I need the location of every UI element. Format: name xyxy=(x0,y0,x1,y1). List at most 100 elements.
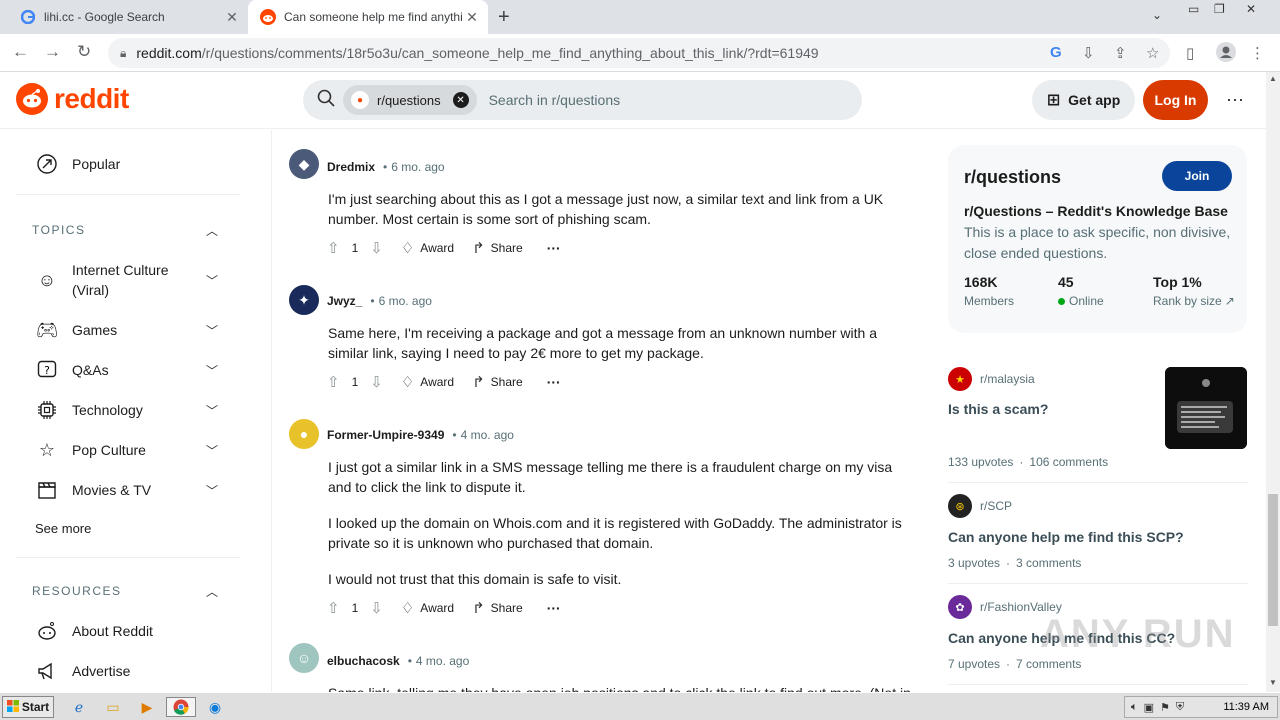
shield-icon[interactable]: ⛨ xyxy=(1176,701,1184,714)
chevron-down-icon[interactable]: ﹀ xyxy=(206,272,218,289)
award-button[interactable]: ♢ Award xyxy=(401,373,454,391)
url-input[interactable]: 🔒︎ reddit.com/r/questions/comments/18r5o… xyxy=(108,38,1170,68)
post-thumbnail[interactable] xyxy=(1165,367,1247,449)
subreddit-name[interactable]: r/questions xyxy=(964,167,1061,188)
clock[interactable]: 11:39 AM xyxy=(1223,701,1269,713)
chevron-up-icon[interactable]: ︿ xyxy=(206,222,218,239)
chevron-down-icon[interactable]: ⌄ xyxy=(1152,8,1162,22)
close-icon[interactable]: ✕ xyxy=(222,9,242,26)
share-button[interactable]: ↱ Share xyxy=(472,239,523,257)
upvote-icon[interactable]: ⇧ xyxy=(327,239,340,257)
search-input[interactable]: Search in r/questions xyxy=(489,92,621,108)
chevron-down-icon[interactable]: ﹀ xyxy=(206,482,218,499)
comment-time[interactable]: 6 mo. ago xyxy=(379,294,432,308)
related-post-sub[interactable]: ★ r/malaysia xyxy=(948,367,1035,391)
see-more-link[interactable]: See more xyxy=(35,521,91,536)
comment-author[interactable]: Former-Umpire-9349 xyxy=(327,428,444,442)
clear-chip-icon[interactable]: ✕ xyxy=(452,92,469,108)
award-button[interactable]: ♢ Award xyxy=(401,599,454,617)
upvote-icon[interactable]: ⇧ xyxy=(327,599,340,617)
search-scope-chip[interactable]: ● r/questions ✕ xyxy=(343,85,477,115)
downvote-icon[interactable]: ⇩ xyxy=(370,373,383,391)
related-post-title[interactable]: Is this a scam? xyxy=(948,401,1158,417)
media-player-icon[interactable]: ▶ xyxy=(136,697,158,717)
upvote-icon[interactable]: ⇧ xyxy=(327,373,340,391)
start-button[interactable]: Start xyxy=(2,696,54,718)
tab-reddit-post[interactable]: Can someone help me find anything ✕ xyxy=(248,0,488,34)
sidebar-item-internet-culture[interactable]: ☺ Internet Culture (Viral) ﹀ xyxy=(36,260,218,300)
profile-icon[interactable] xyxy=(1216,42,1236,66)
forward-arrow-icon[interactable]: → xyxy=(44,42,61,62)
scroll-up-icon[interactable]: ▲ xyxy=(1269,74,1277,83)
scrollbar-thumb[interactable] xyxy=(1268,494,1278,626)
award-button[interactable]: ♢ Award xyxy=(401,239,454,257)
scroll-down-icon[interactable]: ▼ xyxy=(1269,678,1277,687)
related-post[interactable]: ★ r/malaysia Is this a scam? 133 upvotes… xyxy=(948,367,1248,477)
comment-author[interactable]: elbuchacosk xyxy=(327,654,400,668)
chevron-down-icon[interactable]: ﹀ xyxy=(206,362,218,379)
log-in-button[interactable]: Log In xyxy=(1143,80,1208,120)
reload-icon[interactable]: ↻ xyxy=(77,42,91,62)
restore-icon[interactable]: ❐ xyxy=(1214,2,1225,16)
chevron-down-icon[interactable]: ﹀ xyxy=(206,402,218,419)
comment-time[interactable]: 6 mo. ago xyxy=(391,160,444,174)
comment-time[interactable]: 4 mo. ago xyxy=(461,428,514,442)
chevron-up-icon[interactable]: ︿ xyxy=(206,583,218,600)
resources-heading[interactable]: RESOURCES xyxy=(32,584,122,598)
folder-icon[interactable]: ▭ xyxy=(102,697,124,717)
comment-author[interactable]: Dredmix xyxy=(327,160,375,174)
more-options-icon[interactable]: ··· xyxy=(547,374,561,390)
install-icon[interactable]: ⇩ xyxy=(1082,44,1095,62)
nav-popular[interactable]: Popular xyxy=(36,153,120,175)
back-arrow-icon[interactable]: ← xyxy=(12,42,29,62)
page-scrollbar[interactable]: ▲ ▼ xyxy=(1266,72,1280,692)
chevron-down-icon[interactable]: ﹀ xyxy=(206,442,218,459)
avatar[interactable]: ● xyxy=(289,419,319,449)
sidebar-item-movies-tv[interactable]: Movies & TV ﹀ xyxy=(36,479,218,501)
topics-heading[interactable]: TOPICS xyxy=(32,223,85,237)
downvote-icon[interactable]: ⇩ xyxy=(370,239,383,257)
close-icon[interactable]: ✕ xyxy=(462,9,482,26)
downvote-icon[interactable]: ⇩ xyxy=(370,599,383,617)
chevron-down-icon[interactable]: ﹀ xyxy=(206,322,218,339)
sidebar-item-games[interactable]: 🎮︎ Games ﹀ xyxy=(36,319,218,341)
avatar[interactable]: ◆ xyxy=(289,149,319,179)
new-tab-plus-icon[interactable]: + xyxy=(498,6,510,29)
sidebar-item-pop-culture[interactable]: ☆ Pop Culture ﹀ xyxy=(36,439,218,461)
side-panel-icon[interactable]: ▯ xyxy=(1186,44,1194,62)
avatar[interactable]: ☺ xyxy=(289,643,319,673)
more-options-icon[interactable]: ··· xyxy=(1226,89,1244,110)
sidebar-item-technology[interactable]: Technology ﹀ xyxy=(36,399,218,421)
share-button[interactable]: ↱ Share xyxy=(472,599,523,617)
related-post-title[interactable]: Can anyone help me find this SCP? xyxy=(948,529,1238,545)
comment-author[interactable]: Jwyz_ xyxy=(327,294,362,308)
sidebar-item-advertise[interactable]: Advertise xyxy=(36,660,130,682)
reddit-logo[interactable]: reddit xyxy=(16,83,129,115)
internet-explorer-icon[interactable]: ℯ xyxy=(68,697,90,717)
bookmark-star-icon[interactable]: ☆ xyxy=(1146,44,1159,62)
comment-time[interactable]: 4 mo. ago xyxy=(416,654,469,668)
share-icon[interactable]: ⇪ xyxy=(1114,44,1127,62)
browser-menu-icon[interactable]: ⋮ xyxy=(1250,44,1265,62)
minimize-icon[interactable]: ▭ xyxy=(1188,2,1199,16)
edge-icon[interactable]: ◉ xyxy=(204,697,226,717)
more-options-icon[interactable]: ··· xyxy=(547,240,561,256)
share-button[interactable]: ↱ Share xyxy=(472,373,523,391)
related-post[interactable]: ⊛ r/SCP Can anyone help me find this SCP… xyxy=(948,494,1248,574)
related-post-sub[interactable]: ⊛ r/SCP xyxy=(948,494,1012,518)
flag-icon[interactable]: ⚑ xyxy=(1160,701,1170,714)
close-window-icon[interactable]: ✕ xyxy=(1246,2,1256,16)
avatar[interactable]: ✦ xyxy=(289,285,319,315)
volume-icon[interactable]: 🔈︎ xyxy=(1131,701,1138,714)
sidebar-item-about-reddit[interactable]: About Reddit xyxy=(36,620,153,642)
more-options-icon[interactable]: ··· xyxy=(547,600,561,616)
network-icon[interactable]: ▣ xyxy=(1144,701,1154,714)
search-bar[interactable]: ● r/questions ✕ Search in r/questions xyxy=(303,80,862,120)
chrome-icon[interactable] xyxy=(166,697,196,717)
get-app-button[interactable]: ⊞ Get app xyxy=(1032,80,1135,120)
external-link-icon[interactable]: ↗ xyxy=(1225,294,1235,308)
join-button[interactable]: Join xyxy=(1162,161,1232,191)
tab-google-search[interactable]: lihi.cc - Google Search ✕ xyxy=(8,0,248,34)
sidebar-item-qas[interactable]: ? Q&As ﹀ xyxy=(36,359,218,381)
google-lens-icon[interactable]: G xyxy=(1050,44,1062,61)
